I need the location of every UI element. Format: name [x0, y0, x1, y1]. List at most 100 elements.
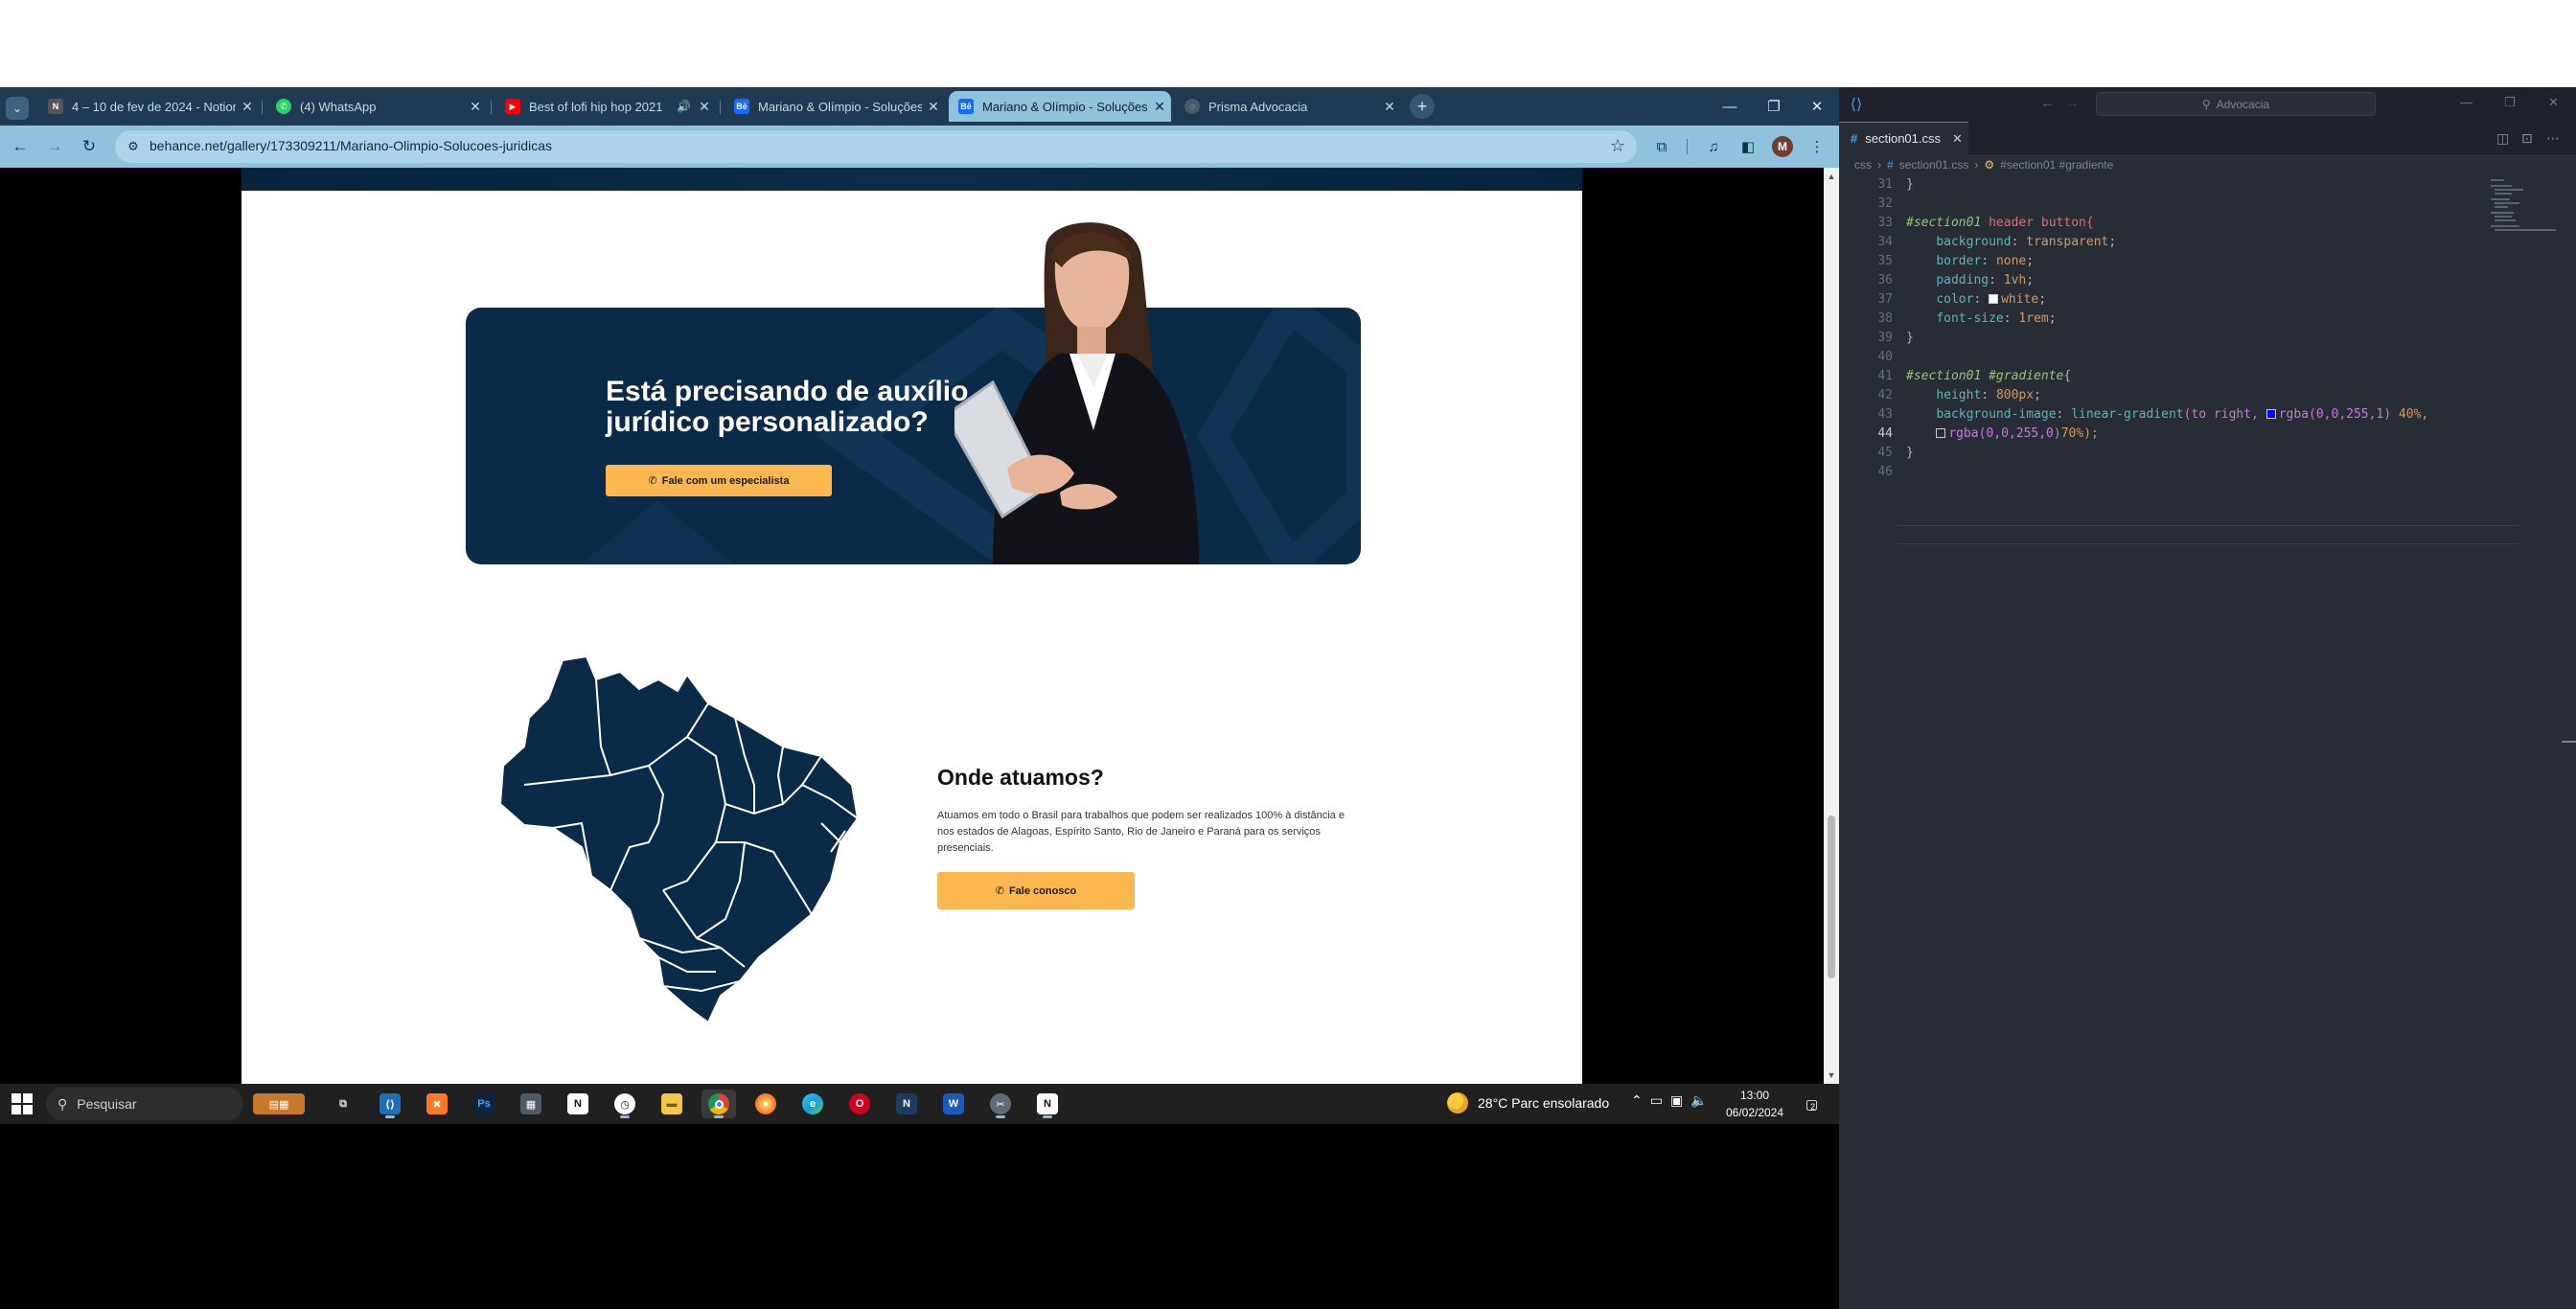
firefox-icon[interactable]: ●	[748, 1090, 783, 1118]
more-actions-icon[interactable]: ⋯	[2546, 130, 2560, 147]
weather-widget[interactable]: 28°C Parc ensolarado	[1447, 1092, 1609, 1114]
split-editor-icon[interactable]: ◫	[2496, 130, 2509, 147]
tab-behance-active[interactable]: Bē Mariano & Olímpio - Soluções ✕	[949, 91, 1171, 122]
audio-playing-icon[interactable]: 🔊	[677, 100, 691, 113]
page-scrollbar[interactable]: ▲ ▼	[1824, 168, 1839, 1084]
forward-button[interactable]: →	[42, 134, 67, 159]
site-info-icon[interactable]: ⚙	[125, 138, 142, 155]
code-token: border	[1936, 254, 1982, 268]
code-token: font-size	[1936, 311, 2004, 326]
code-token: rgba(0,0,255,1)	[2278, 407, 2392, 422]
tab-notion[interactable]: N 4 – 10 de fev de 2024 - Notion ✕	[38, 91, 259, 122]
file-explorer-icon[interactable]: ▬	[655, 1090, 689, 1118]
breadcrumb: css › # section01.css › ⚙ #section01 #gr…	[1839, 154, 2576, 175]
color-swatch[interactable]	[2266, 409, 2276, 419]
volume-icon[interactable]: 🔈	[1690, 1092, 1707, 1109]
minimap[interactable]	[2491, 175, 2567, 281]
behance-icon: Bē	[958, 99, 974, 114]
contact-us-button[interactable]: ✆ Fale conosco	[937, 872, 1135, 909]
close-window-button[interactable]: ✕	[1803, 95, 1831, 118]
restore-icon[interactable]: ❐	[2504, 95, 2516, 110]
breadcrumb-file[interactable]: section01.css	[1899, 158, 1969, 172]
restore-button[interactable]: ❐	[1760, 95, 1788, 118]
arrow-left-icon[interactable]: ←	[2040, 95, 2055, 111]
close-icon[interactable]: ✕	[922, 99, 945, 115]
reload-button[interactable]: ↻	[77, 134, 102, 159]
windows-start-icon[interactable]	[12, 1093, 33, 1114]
extensions-icon[interactable]: ⧉	[1650, 135, 1673, 158]
scroll-up-icon[interactable]: ▲	[1824, 170, 1839, 183]
color-swatch[interactable]	[1989, 294, 1999, 304]
network-icon[interactable]: ▣	[1670, 1092, 1683, 1109]
talk-to-specialist-button[interactable]: ✆ Fale com um especialista	[606, 465, 832, 496]
calculator-icon[interactable]: ▦	[514, 1090, 548, 1118]
close-icon[interactable]: ✕	[693, 99, 716, 115]
close-icon[interactable]: ✕	[1952, 131, 1963, 147]
system-clock[interactable]: 13:00 06/02/2024	[1725, 1087, 1784, 1121]
side-panel-icon[interactable]: ◧	[1736, 135, 1760, 158]
line-number: 43	[1877, 407, 1893, 422]
chevron-up-icon[interactable]: ⌃	[1631, 1092, 1643, 1109]
url-text[interactable]: behance.net/gallery/173309211/Mariano-Ol…	[150, 138, 552, 153]
code-editor[interactable]: 31 32 33 34 35 36 37 38 39 40 41 42 43 44 45 46 } #sect…	[1839, 175, 2576, 1309]
code-token: #section01	[1906, 216, 1982, 230]
media-controls-icon[interactable]: ♫	[1702, 135, 1725, 158]
toolbar-divider	[1687, 139, 1688, 154]
notion-icon[interactable]: N	[561, 1090, 595, 1118]
new-tab-button[interactable]: +	[1410, 94, 1435, 119]
task-view-icon[interactable]: ⧉	[326, 1090, 360, 1118]
snipping-icon[interactable]: ✂	[983, 1090, 1018, 1118]
edge-icon[interactable]: e	[795, 1090, 830, 1118]
close-icon[interactable]: ✕	[2548, 95, 2559, 110]
tab-behance-1[interactable]: Bē Mariano & Olímpio - Soluções ✕	[724, 91, 945, 122]
code-token: 40%,	[2391, 407, 2429, 422]
close-icon[interactable]: ✕	[464, 99, 487, 115]
close-icon[interactable]: ✕	[1378, 99, 1401, 115]
line-number: 40	[1877, 350, 1893, 364]
color-swatch[interactable]	[1936, 428, 1946, 438]
lock-icon[interactable]: ⊡	[2521, 130, 2533, 147]
app-icon[interactable]: N	[889, 1090, 924, 1118]
profile-button[interactable]: M	[1771, 135, 1794, 158]
back-button[interactable]: ←	[8, 134, 33, 159]
arrow-right-icon[interactable]: →	[2065, 95, 2080, 111]
minimize-icon: —	[1722, 98, 1737, 115]
close-icon[interactable]: ✕	[236, 99, 259, 115]
breadcrumb-symbol[interactable]: #section01 #gradiente	[2000, 158, 2113, 172]
line-number: 31	[1877, 177, 1893, 192]
bookmark-star-icon[interactable]: ☆	[1610, 136, 1625, 156]
breadcrumb-folder[interactable]: css	[1854, 158, 1872, 172]
tab-section01-css[interactable]: # section01.css ✕	[1839, 122, 1968, 154]
opera-icon[interactable]: O	[842, 1090, 877, 1118]
word-icon[interactable]: W	[936, 1090, 971, 1118]
file-manager-icon[interactable]: ▤▦	[247, 1090, 310, 1118]
tab-search-button[interactable]: ⌄	[6, 97, 29, 120]
menu-icon[interactable]: ⋮	[1806, 135, 1828, 158]
vscode-icon[interactable]: ⟨⟩	[373, 1090, 407, 1118]
minimize-button[interactable]: —	[1715, 95, 1744, 118]
chrome-icon[interactable]	[702, 1090, 736, 1118]
notification-center-icon[interactable]: ▢ 2	[1800, 1093, 1821, 1114]
code-token: (to right,	[2183, 407, 2266, 422]
device-icon[interactable]: ▭	[1650, 1092, 1663, 1109]
close-icon[interactable]: ✕	[1148, 99, 1171, 115]
taskbar-search[interactable]: ⚲ Pesquisar	[46, 1088, 243, 1120]
line-number: 32	[1877, 196, 1893, 211]
minimize-icon[interactable]: —	[2460, 95, 2472, 109]
clock-app-icon[interactable]: ◷	[608, 1090, 642, 1118]
scroll-thumb[interactable]	[1828, 815, 1835, 978]
tab-prisma[interactable]: ◌ Prisma Advocacia ✕	[1175, 91, 1401, 122]
command-center[interactable]: ⚲ Advocacia	[2096, 92, 2376, 116]
address-bar[interactable]: ⚙ behance.net/gallery/173309211/Mariano-…	[115, 130, 1637, 163]
running-indicator	[385, 1115, 395, 1118]
notion-icon-2[interactable]: N	[1030, 1090, 1065, 1118]
xampp-icon[interactable]: ✖	[420, 1090, 454, 1118]
globe-icon: ◌	[1184, 99, 1200, 114]
contact-button-label: Fale conosco	[1008, 884, 1077, 897]
code-line: border: none;	[1936, 254, 2035, 268]
tab-whatsapp[interactable]: ✆ (4) WhatsApp ✕	[266, 91, 487, 122]
system-tray: ⌃ ▭ ▣ 🔈	[1631, 1092, 1708, 1109]
tab-youtube[interactable]: ▶ Best of lofi hip hop 2021 🔊 ✕	[495, 91, 716, 122]
scroll-down-icon[interactable]: ▼	[1824, 1068, 1839, 1082]
photoshop-icon[interactable]: Ps	[467, 1090, 501, 1118]
